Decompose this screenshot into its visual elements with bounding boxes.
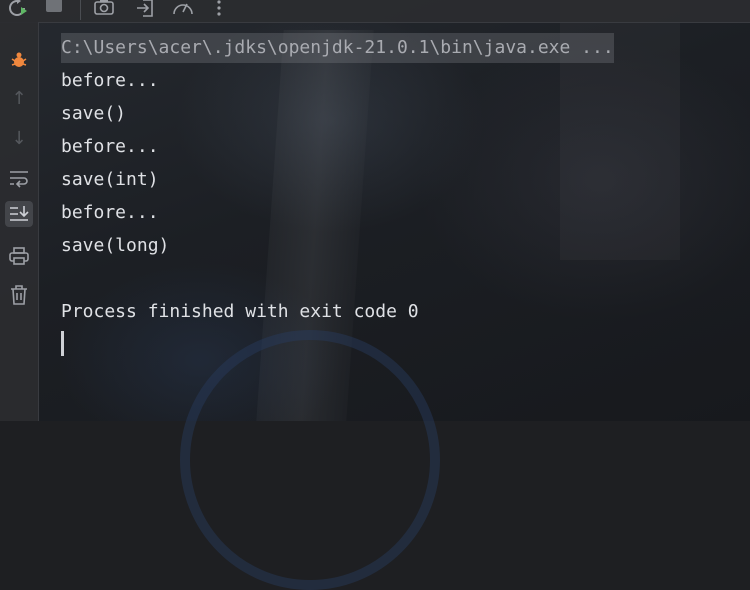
output-line: save(int) <box>61 169 159 190</box>
up-arrow-icon[interactable]: ↑ <box>5 85 33 111</box>
output-line: save(long) <box>61 235 170 256</box>
more-icon[interactable] <box>216 0 222 23</box>
debug-icon[interactable] <box>5 47 33 73</box>
screenshot-icon[interactable] <box>94 0 114 23</box>
stop-icon[interactable] <box>46 0 62 21</box>
console-output[interactable]: C:\Users\acer\.jdks\openjdk-21.0.1\bin\j… <box>38 22 750 421</box>
output-line: save() <box>61 103 127 124</box>
print-icon[interactable] <box>5 243 33 269</box>
run-toolbar <box>0 0 750 23</box>
toolbar-separator <box>80 0 81 20</box>
soft-wrap-icon[interactable] <box>5 165 33 191</box>
output-line: before... <box>61 136 159 157</box>
trash-icon[interactable] <box>5 282 33 308</box>
text-caret <box>61 331 64 356</box>
run-command-line[interactable]: C:\Users\acer\.jdks\openjdk-21.0.1\bin\j… <box>61 33 614 63</box>
profiler-icon[interactable] <box>172 0 194 23</box>
process-exit-line: Process finished with exit code 0 <box>61 301 419 322</box>
output-line: before... <box>61 202 159 223</box>
exit-icon[interactable] <box>135 0 155 23</box>
down-arrow-icon[interactable]: ↓ <box>5 125 33 151</box>
console-side-toolbar: ↑ ↓ <box>0 22 39 421</box>
rerun-icon[interactable] <box>6 0 28 23</box>
scroll-to-end-icon[interactable] <box>5 201 33 227</box>
output-line: before... <box>61 70 159 91</box>
